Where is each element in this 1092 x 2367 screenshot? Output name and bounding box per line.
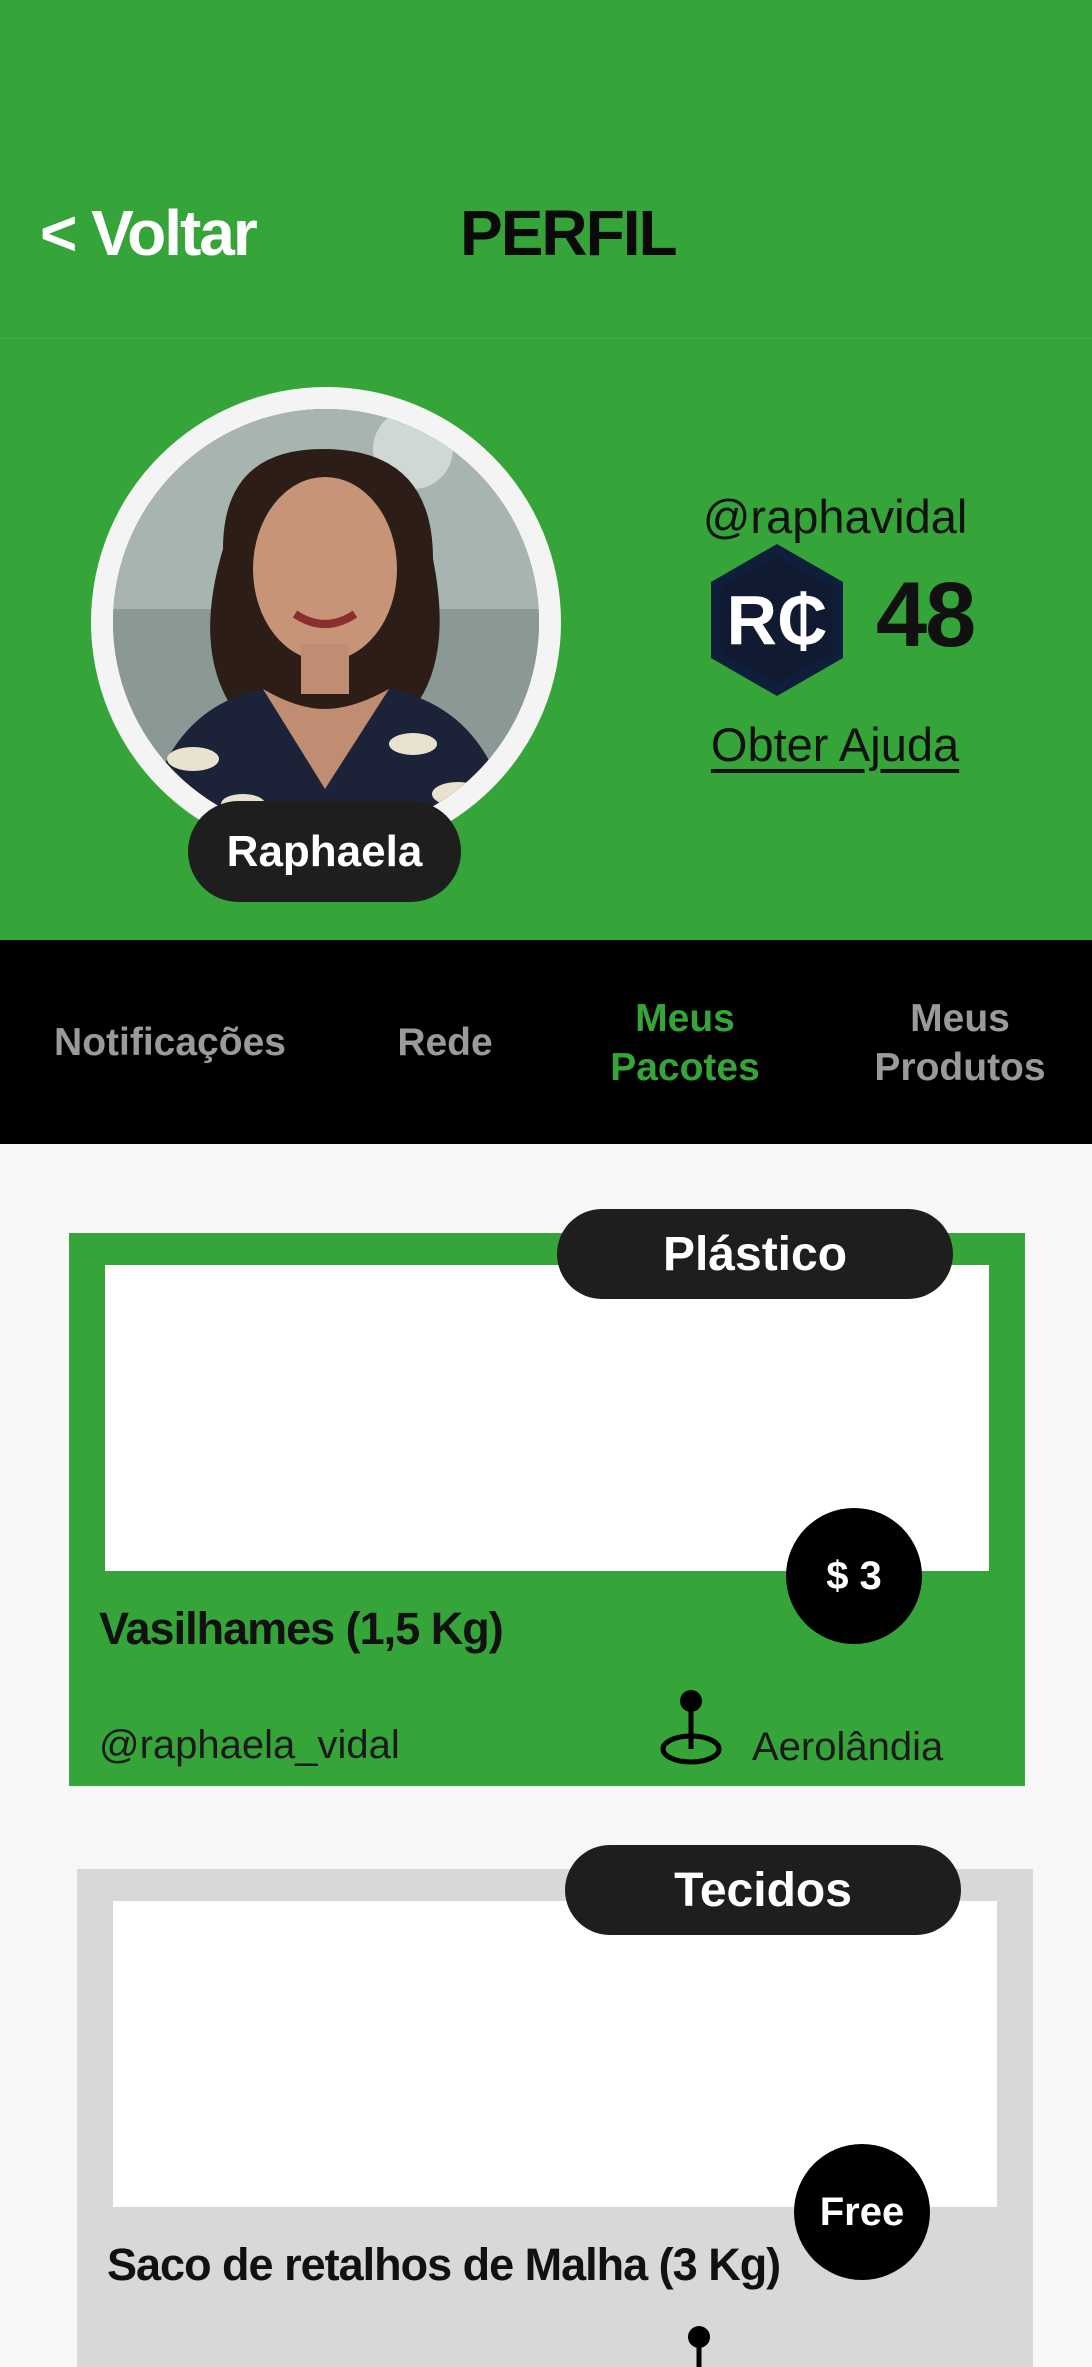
tab-meus-pacotes[interactable]: Meus Pacotes bbox=[590, 994, 780, 1092]
help-link[interactable]: Obter Ajuda bbox=[620, 717, 1050, 772]
tab-notificacoes[interactable]: Notificações bbox=[40, 1018, 300, 1067]
profile-name-badge: Raphaela bbox=[188, 801, 461, 902]
tab-rede[interactable]: Rede bbox=[380, 1018, 510, 1067]
package-category-badge: Tecidos bbox=[565, 1845, 961, 1935]
profile-section: Raphaela @raphavidal R₵ 48 Obter Ajuda bbox=[0, 338, 1092, 940]
package-category-badge: Plástico bbox=[557, 1209, 953, 1299]
back-button[interactable]: < Voltar bbox=[40, 196, 258, 270]
app-header: < Voltar PERFIL bbox=[0, 0, 1092, 338]
package-price-badge[interactable]: $ 3 bbox=[786, 1508, 922, 1644]
map-pin-icon bbox=[688, 2326, 710, 2367]
rcoin-hexagon-icon: R₵ bbox=[707, 542, 847, 698]
package-price-badge[interactable]: Free bbox=[794, 2144, 930, 2280]
coin-balance: 48 bbox=[876, 564, 976, 666]
package-title: Vasilhames (1,5 Kg) bbox=[99, 1603, 504, 1654]
avatar[interactable] bbox=[113, 409, 539, 835]
page-title: PERFIL bbox=[460, 197, 678, 269]
package-card[interactable]: Tecidos Free Saco de retalhos de Malha (… bbox=[77, 1845, 1033, 2367]
profile-tabs: Notificações Rede Meus Pacotes Meus Prod… bbox=[0, 940, 1092, 1144]
package-location: Aerolândia bbox=[752, 1725, 944, 1769]
tab-meus-produtos[interactable]: Meus Produtos bbox=[860, 994, 1060, 1092]
avatar-photo bbox=[113, 409, 539, 835]
package-owner[interactable]: @raphaela_vidal bbox=[99, 1723, 400, 1768]
avatar-frame bbox=[91, 387, 561, 857]
package-card[interactable]: Plástico $ 3 Vasilhames (1,5 Kg) @raphae… bbox=[69, 1209, 1025, 1786]
package-title: Saco de retalhos de Malha (3 Kg) bbox=[107, 2239, 781, 2290]
profile-handle: @raphavidal bbox=[702, 490, 968, 543]
map-pin-icon bbox=[660, 1690, 722, 1765]
coin-symbol: R₵ bbox=[726, 581, 827, 659]
